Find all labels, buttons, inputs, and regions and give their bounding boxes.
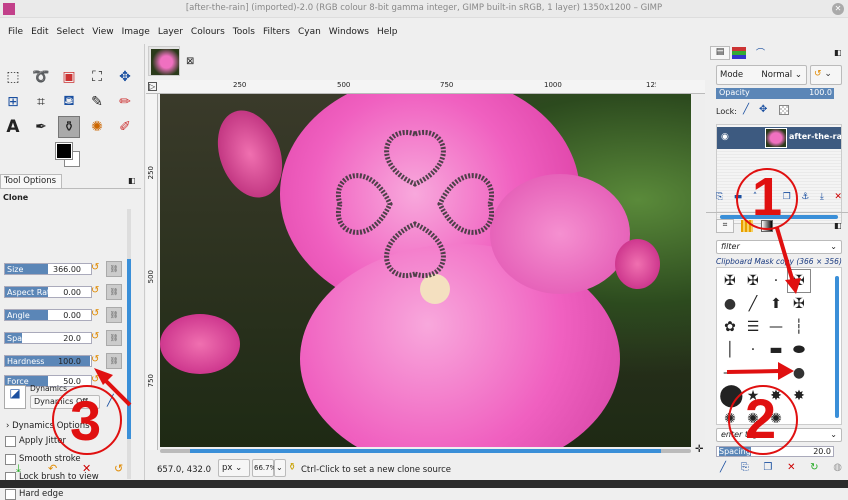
hard-edge-label: Hard edge: [19, 489, 64, 499]
taskbar: [0, 480, 848, 488]
hard-edge-checkbox[interactable]: [5, 489, 16, 500]
arrow-1: [775, 227, 795, 283]
foreground-color-swatch[interactable]: [55, 142, 73, 160]
arrow-2: [726, 369, 781, 374]
annotation-arrows: [94, 227, 801, 407]
